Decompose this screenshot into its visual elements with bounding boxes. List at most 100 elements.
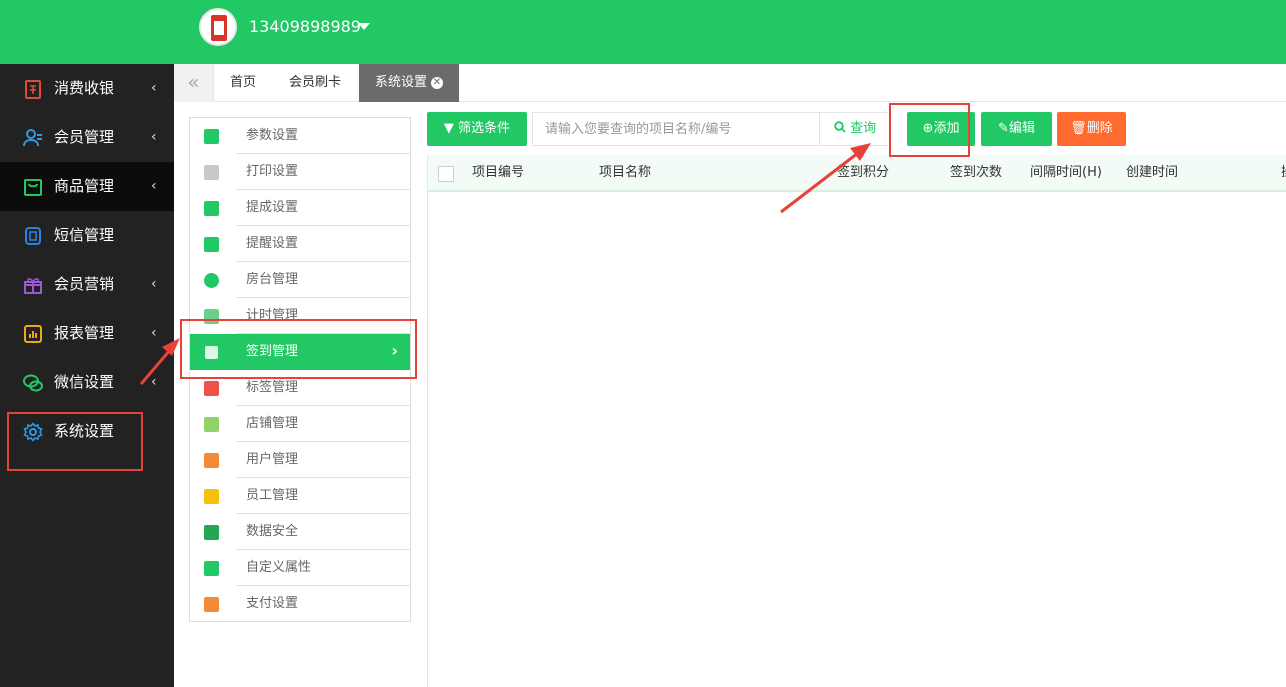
edit-label: 编辑: [1008, 121, 1035, 136]
chevron-left-icon: ‹: [151, 325, 157, 341]
sidebar-item-goods[interactable]: 商品管理 ‹: [0, 162, 174, 211]
commission-icon: [204, 201, 219, 216]
settings-item-label: 提醒设置: [246, 236, 299, 251]
settings-item-user[interactable]: 用户管理: [190, 442, 410, 478]
settings-item-data-security[interactable]: 数据安全: [190, 514, 410, 550]
payment-icon: [204, 597, 219, 612]
gift-icon: [24, 278, 42, 294]
column-header[interactable]: 项目名称: [599, 164, 651, 182]
highlight-box-system-settings: [7, 412, 143, 471]
user-icon: [204, 453, 219, 468]
tab-label: 系统设置: [374, 75, 427, 90]
tab-label: 会员刷卡: [288, 75, 341, 90]
delete-label: 删除: [1086, 121, 1113, 136]
settings-item-commission[interactable]: 提成设置: [190, 190, 410, 226]
sidebar-item-label: 会员管理: [54, 128, 115, 146]
highlight-box-add: [889, 103, 970, 157]
settings-item-label: 打印设置: [246, 164, 299, 179]
sidebar-item-label: 报表管理: [54, 324, 115, 342]
printer-icon: [204, 165, 219, 180]
sms-icon: [25, 227, 41, 245]
settings-item-label: 房台管理: [246, 272, 299, 287]
query-button[interactable]: 查询: [819, 113, 890, 145]
chevron-left-icon: ‹: [151, 374, 157, 390]
sidebar: 消费收银 ‹ 会员管理 ‹ 商品管理 ‹ 短信管理 会员营销 ‹ 报表管理 ‹ …: [0, 64, 174, 687]
search-icon: [834, 121, 846, 133]
goods-icon: [24, 179, 42, 196]
edit-button[interactable]: ✎编辑: [981, 112, 1052, 146]
room-icon: [204, 273, 219, 288]
report-icon: [24, 325, 42, 343]
filter-icon: ▼: [443, 121, 454, 136]
query-label: 查询: [850, 121, 877, 136]
tab-member-card[interactable]: 会员刷卡: [272, 64, 358, 102]
chevron-left-icon: ‹: [151, 276, 157, 292]
chevron-left-icon: ‹: [151, 129, 157, 145]
settings-item-custom-attr[interactable]: 自定义属性: [190, 550, 410, 586]
sidebar-item-label: 消费收银: [54, 79, 115, 97]
user-avatar[interactable]: [199, 8, 237, 46]
settings-item-params[interactable]: 参数设置: [190, 118, 410, 154]
column-header[interactable]: 项目编号: [472, 164, 524, 182]
filter-label: 筛选条件: [458, 121, 511, 136]
highlight-box-checkin: [180, 319, 417, 379]
settings-item-payment[interactable]: 支付设置: [190, 586, 410, 622]
sidebar-item-label: 会员营销: [54, 275, 115, 293]
column-header[interactable]: 间隔时间(H): [1030, 164, 1102, 182]
tag-icon: [204, 381, 219, 396]
settings-item-label: 员工管理: [246, 488, 299, 503]
filter-button[interactable]: ▼ 筛选条件: [427, 112, 527, 146]
staff-icon: [204, 489, 219, 504]
tabs-scroll-left-button[interactable]: «: [174, 64, 214, 102]
members-icon: [23, 129, 42, 147]
column-header[interactable]: 签到积分: [837, 164, 889, 182]
settings-item-staff[interactable]: 员工管理: [190, 478, 410, 514]
sidebar-item-sms[interactable]: 短信管理: [0, 211, 174, 260]
tab-label: 首页: [229, 75, 256, 90]
sidebar-item-label: 微信设置: [54, 373, 115, 391]
sidebar-item-label: 商品管理: [54, 177, 115, 195]
sidebar-item-cashier[interactable]: 消费收银 ‹: [0, 64, 174, 113]
pencil-icon: [204, 561, 219, 576]
search-input[interactable]: [533, 113, 819, 145]
settings-item-label: 支付设置: [246, 596, 299, 611]
checkin-table: 项目编号 项目名称 签到积分 签到次数 间隔时间(H) 创建时间 操: [427, 155, 1286, 687]
table-header: 项目编号 项目名称 签到积分 签到次数 间隔时间(H) 创建时间 操: [428, 155, 1286, 192]
settings-item-label: 参数设置: [246, 128, 299, 143]
column-header[interactable]: 创建时间: [1126, 164, 1178, 182]
settings-item-label: 自定义属性: [246, 560, 312, 575]
sidebar-item-wechat[interactable]: 微信设置 ‹: [0, 358, 174, 407]
sidebar-item-marketing[interactable]: 会员营销 ‹: [0, 260, 174, 309]
trash-icon: 🗑: [1070, 121, 1087, 136]
edit-icon: ✎: [998, 121, 1009, 136]
close-icon[interactable]: ✕: [431, 77, 443, 89]
settings-item-label: 用户管理: [246, 452, 299, 467]
sidebar-item-reports[interactable]: 报表管理 ‹: [0, 309, 174, 358]
chevron-left-icon: ‹: [151, 80, 157, 96]
bell-icon: [204, 237, 219, 252]
settings-item-label: 提成设置: [246, 200, 299, 215]
chevron-left-icon: ‹: [151, 178, 157, 194]
settings-item-print[interactable]: 打印设置: [190, 154, 410, 190]
settings-item-reminder[interactable]: 提醒设置: [190, 226, 410, 262]
shop-icon: [204, 417, 219, 432]
delete-button[interactable]: 🗑删除: [1057, 112, 1126, 146]
user-menu-caret-icon[interactable]: [358, 23, 370, 30]
settings-item-shop[interactable]: 店铺管理: [190, 406, 410, 442]
tab-home[interactable]: 首页: [214, 64, 272, 102]
column-header[interactable]: 操: [1281, 164, 1286, 182]
sidebar-item-members[interactable]: 会员管理 ‹: [0, 113, 174, 162]
search-box: 查询: [532, 112, 891, 146]
select-all-checkbox[interactable]: [438, 166, 454, 182]
cashier-icon: [25, 80, 41, 99]
params-icon: [204, 129, 219, 144]
settings-item-label: 数据安全: [246, 524, 299, 539]
tab-system-settings[interactable]: 系统设置 ✕: [359, 64, 459, 102]
tabs-bar: « 首页 会员刷卡 系统设置 ✕: [174, 64, 1286, 102]
username[interactable]: 13409898989: [249, 16, 361, 38]
settings-item-room[interactable]: 房台管理: [190, 262, 410, 298]
top-header: 13409898989: [0, 0, 1286, 64]
data-chart-icon: [204, 525, 219, 540]
wechat-icon: [23, 374, 43, 392]
column-header[interactable]: 签到次数: [950, 164, 1002, 182]
